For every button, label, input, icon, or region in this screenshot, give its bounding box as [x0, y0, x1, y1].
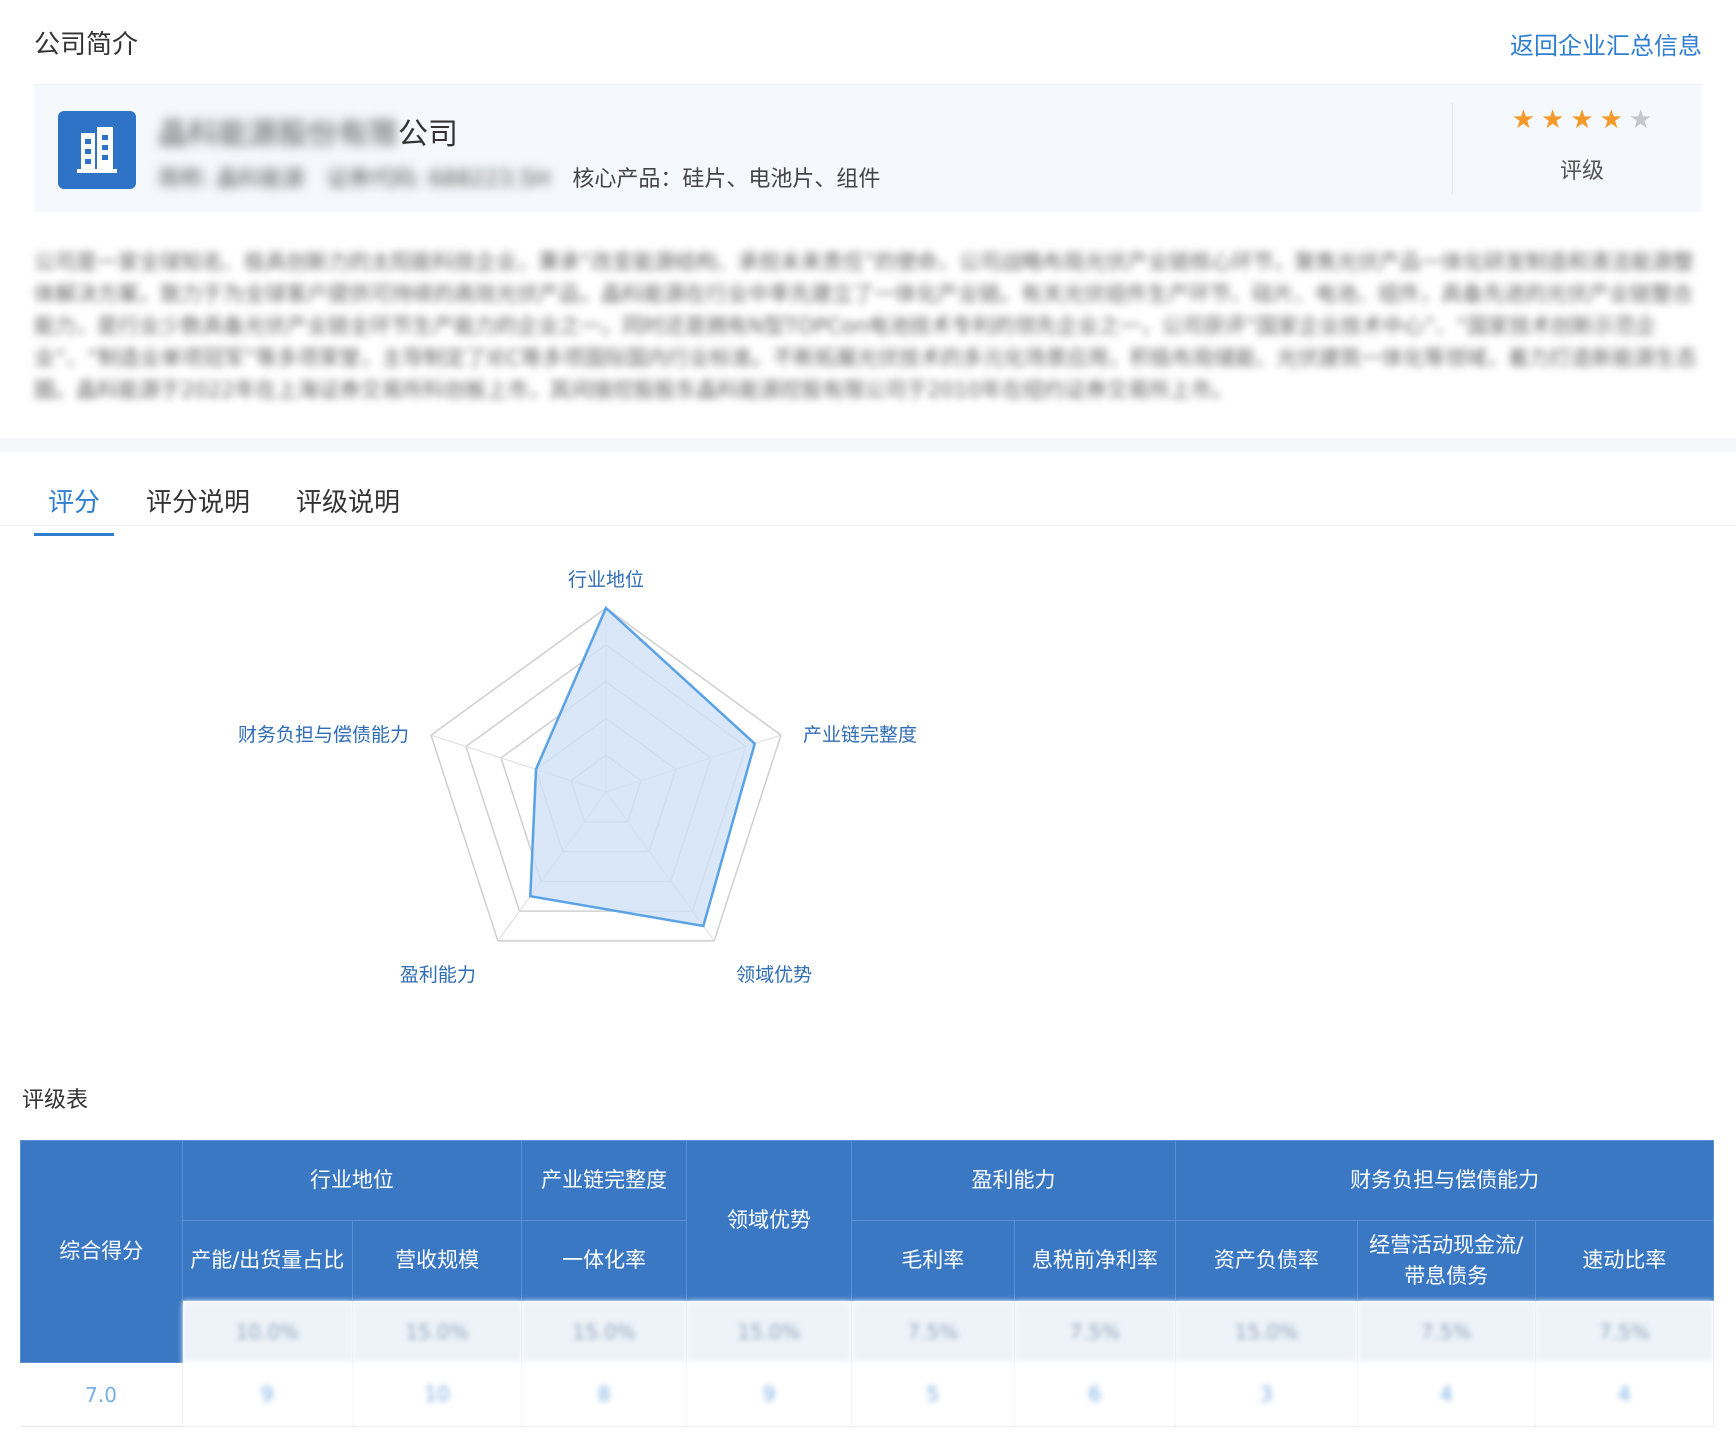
- header-sub: 资产负债率: [1175, 1220, 1358, 1301]
- header-group: 领域优势: [686, 1140, 852, 1301]
- tab-3[interactable]: 评级说明: [282, 476, 414, 536]
- score-cell: 8: [521, 1362, 688, 1427]
- table-title: 评级表: [22, 1088, 89, 1113]
- header-sub: 速动比率: [1534, 1220, 1715, 1301]
- header-group: 财务负担与偿债能力: [1175, 1140, 1714, 1221]
- weight-cell: 15.0%: [352, 1300, 523, 1363]
- header-group: 行业地位: [181, 1140, 523, 1221]
- score-cell: 5: [851, 1362, 1015, 1427]
- header-sub: 经营活动现金流/带息债务: [1356, 1220, 1536, 1301]
- radar-axis-label: 财务负担与偿债能力: [238, 724, 409, 746]
- score-cell: 4: [1535, 1362, 1715, 1427]
- radar-axis-label: 盈利能力: [400, 964, 476, 986]
- weight-cell: 7.5%: [1535, 1300, 1715, 1363]
- weight-cell: 15.0%: [521, 1300, 688, 1363]
- weight-cell: 7.5%: [1357, 1300, 1536, 1363]
- header-sub: 产能/出货量占比: [181, 1220, 353, 1301]
- header-sub: 息税前净利率: [1013, 1220, 1177, 1301]
- weight-cell: 7.5%: [1014, 1300, 1177, 1363]
- score-cell: 9: [686, 1362, 852, 1427]
- star-icon: ★: [1628, 105, 1653, 135]
- card-divider: [1452, 103, 1453, 195]
- section-divider: [0, 438, 1736, 452]
- radar-axis-label: 领域优势: [736, 964, 812, 986]
- star-icon: ★: [1541, 105, 1565, 135]
- back-to-summary-link[interactable]: 返回企业汇总信息: [1510, 26, 1702, 61]
- building-icon: [58, 111, 136, 189]
- weight-cell: 15.0%: [686, 1300, 852, 1363]
- radar-axis-label: 产业链完整度: [803, 724, 917, 746]
- weight-cell: 10.0%: [182, 1300, 353, 1363]
- short-name: 简称: 晶科能源: [158, 167, 305, 192]
- company-name-suffix: 公司: [398, 117, 458, 152]
- rating-label: 评级: [1559, 159, 1604, 184]
- weight-cell: 7.5%: [851, 1300, 1015, 1363]
- company-meta: 简称: 晶科能源 证券代码: 688223.SH 核心产品：硅片、电池片、组件: [158, 161, 880, 193]
- header-sub: 营收规模: [351, 1220, 523, 1301]
- header-group: 产业链完整度: [521, 1140, 688, 1221]
- radar-axis-label: 行业地位: [568, 569, 644, 591]
- tab-1[interactable]: 评分: [34, 476, 115, 536]
- weight-cell: 15.0%: [1175, 1300, 1358, 1363]
- score-cell: 9: [182, 1362, 353, 1427]
- header-sub: 毛利率: [850, 1220, 1015, 1301]
- star-icon: ★: [1570, 105, 1594, 135]
- total-score-cell: 7.0: [20, 1362, 183, 1427]
- header-total-score: 综合得分: [20, 1140, 183, 1363]
- radar-chart: 行业地位产业链完整度领域优势 盈利能力 财务负担与偿债能力: [238, 569, 917, 986]
- core-products: 核心产品：硅片、电池片、组件: [572, 167, 881, 192]
- tabs-underline: [0, 525, 1736, 526]
- tab-bar: 评分 评分说明 评级说明: [34, 476, 432, 536]
- rating-box: ★ ★ ★ ★ ★ 评级: [1484, 107, 1680, 185]
- rating-table: 综合得分 行业地位 产业链完整度 领域优势 盈利能力 财务负担与偿债能力 产能/出货量占比…: [20, 1140, 1715, 1427]
- score-cell: 3: [1175, 1362, 1358, 1427]
- page-title: 公司简介: [34, 30, 139, 60]
- header-group: 盈利能力: [850, 1140, 1177, 1221]
- radar-series-area: [528, 605, 757, 928]
- company-name-redacted: 晶科能源股份有限: [158, 117, 398, 152]
- star-icon: ★: [1599, 105, 1623, 135]
- company-name: 晶科能源股份有限公司: [158, 109, 458, 153]
- company-description: 公司是一家全球知名、极具创新力的太阳能科技企业，秉承“改变能源结构、承担未来责任…: [34, 250, 1697, 402]
- score-cell: 10: [352, 1362, 523, 1427]
- header-sub: 一体化率: [521, 1220, 688, 1301]
- score-cell: 6: [1014, 1362, 1177, 1427]
- score-cell: 4: [1357, 1362, 1536, 1427]
- star-icon: ★: [1511, 105, 1536, 135]
- company-card: 晶科能源股份有限公司 简称: 晶科能源 证券代码: 688223.SH 核心产品…: [34, 84, 1702, 212]
- star-rating: ★ ★ ★ ★ ★: [1484, 107, 1680, 133]
- tab-2[interactable]: 评分说明: [132, 476, 264, 536]
- stock-code: 证券代码: 688223.SH: [326, 167, 551, 192]
